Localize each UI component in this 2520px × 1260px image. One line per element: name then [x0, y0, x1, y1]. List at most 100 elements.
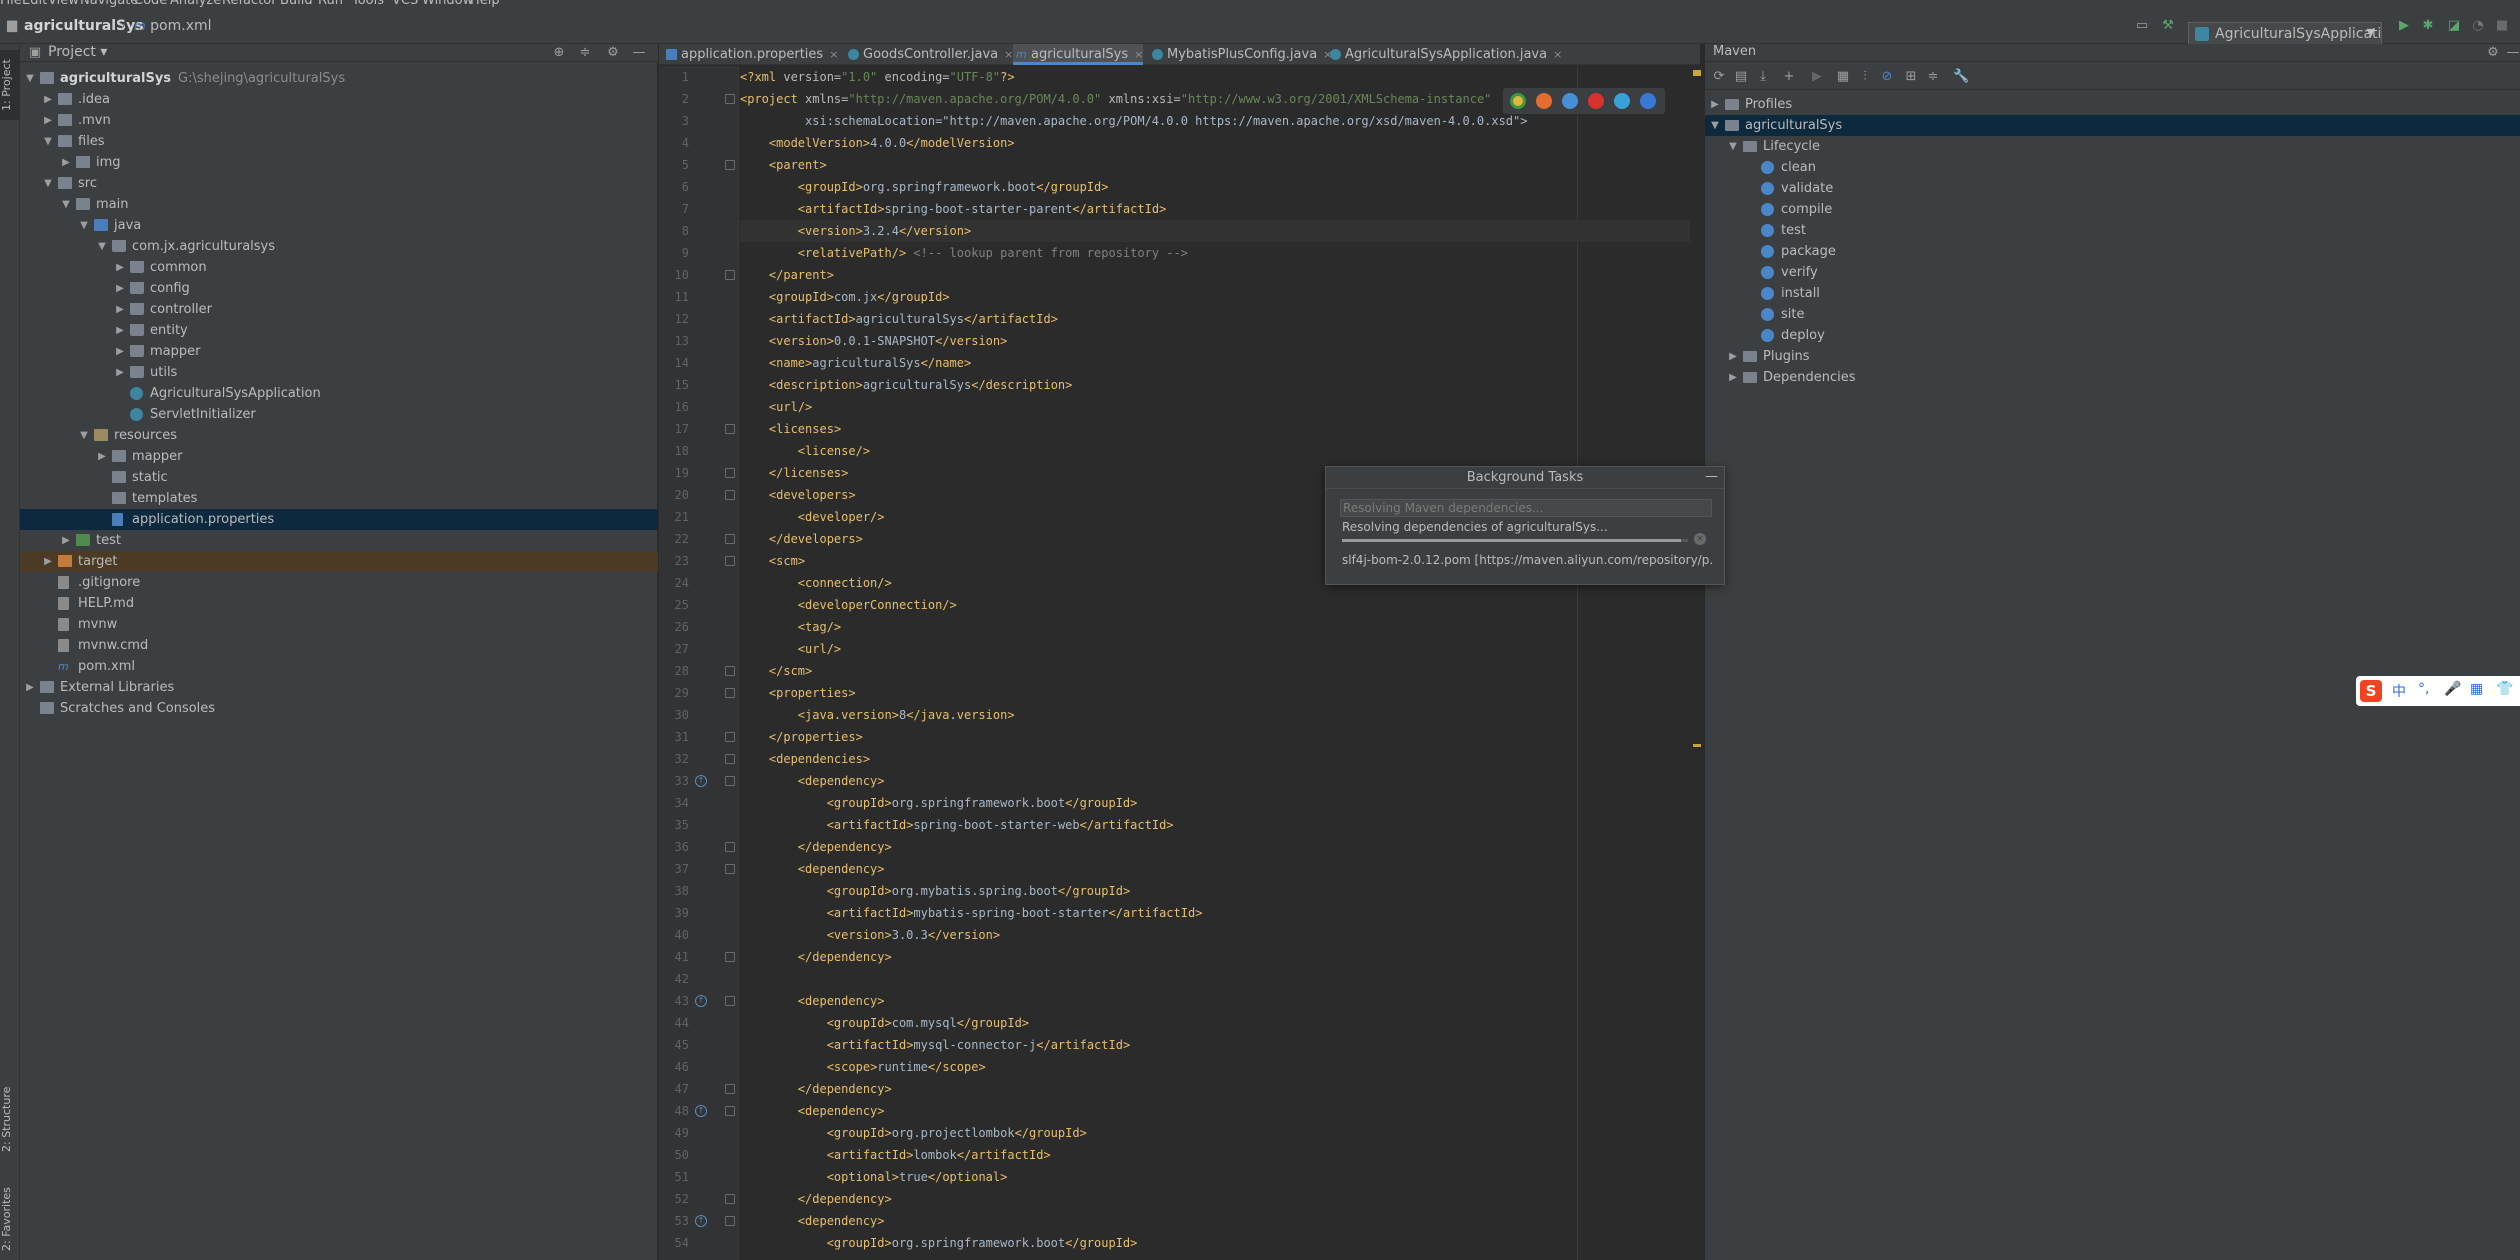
hide-icon[interactable]: — — [2505, 45, 2520, 61]
tool-tab-favorites[interactable]: 2: Favorites — [0, 1164, 20, 1260]
fold-marker-icon[interactable] — [725, 556, 735, 566]
fold-marker-icon[interactable] — [725, 732, 735, 742]
fold-marker-icon[interactable] — [725, 754, 735, 764]
stop-icon[interactable]: ■ — [2494, 18, 2510, 34]
tree-item[interactable]: ▼ com.jx.agriculturalsys — [20, 236, 658, 257]
chrome-icon[interactable] — [1510, 93, 1526, 109]
ime-button[interactable]: 中 — [2392, 681, 2406, 701]
ime-toolbar[interactable]: S 中 °, 🎤 ▦ 👕 — [2356, 676, 2520, 706]
hide-icon[interactable]: — — [630, 44, 648, 62]
tree-item[interactable]: ▶ entity — [20, 320, 658, 341]
chevron-right-icon[interactable]: ▶ — [114, 341, 126, 362]
chevron-down-icon[interactable]: ▼ — [78, 215, 90, 236]
tree-item[interactable]: ▶ controller — [20, 299, 658, 320]
editor-tab[interactable]: application.properties × — [663, 44, 838, 65]
fold-marker-icon[interactable] — [725, 490, 735, 500]
fold-marker-icon[interactable] — [725, 534, 735, 544]
ime-button[interactable]: 🎤 — [2444, 681, 2461, 697]
editor-tab[interactable]: MybatisPlusConfig.java × — [1149, 44, 1332, 65]
project-view-select[interactable]: Project ▾ — [48, 44, 107, 60]
editor-tab[interactable]: m agriculturalSys × — [1013, 44, 1144, 65]
menu-item-code[interactable]: Code — [134, 0, 167, 8]
menu-item-vcs[interactable]: VCS — [392, 0, 418, 8]
show-dependencies-icon[interactable]: ⊞ — [1903, 69, 1919, 85]
tree-item[interactable]: ▶ img — [20, 152, 658, 173]
tree-item[interactable]: ▼ files — [20, 131, 658, 152]
chevron-right-icon[interactable]: ▶ — [114, 320, 126, 341]
chevron-right-icon[interactable]: ▶ — [114, 278, 126, 299]
tool-tab-structure[interactable]: 2: Structure — [0, 1064, 20, 1174]
generate-sources-icon[interactable]: ▤ — [1733, 69, 1749, 85]
toggle-offline-icon[interactable]: ⫶ — [1857, 69, 1873, 85]
close-icon[interactable]: × — [1553, 48, 1562, 61]
maven-tree-item[interactable]: site — [1705, 304, 2520, 325]
fold-marker-icon[interactable] — [725, 842, 735, 852]
layout-icon[interactable]: ▭ — [2134, 18, 2150, 34]
chevron-right-icon[interactable]: ▶ — [42, 551, 54, 572]
code-editor[interactable]: <?xml version="1.0" encoding="UTF-8"?> <p… — [740, 66, 1700, 1260]
menu-item-tools[interactable]: Tools — [352, 0, 384, 8]
fold-marker-icon[interactable] — [725, 1194, 735, 1204]
ie-icon[interactable] — [1614, 93, 1630, 109]
add-icon[interactable]: + — [1781, 69, 1797, 85]
fold-marker-icon[interactable] — [725, 424, 735, 434]
close-icon[interactable]: × — [829, 48, 838, 61]
menu-item-edit[interactable]: Edit — [22, 0, 47, 8]
chevron-right-icon[interactable]: ▶ — [42, 89, 54, 110]
tree-item[interactable]: ▼ src — [20, 173, 658, 194]
maven-tree-item[interactable]: ▼ agriculturalSys — [1705, 115, 2520, 136]
tree-item[interactable]: static — [20, 467, 658, 488]
maven-tree-item[interactable]: verify — [1705, 262, 2520, 283]
editor-scrollbar[interactable] — [1690, 66, 1704, 1260]
safari-icon[interactable] — [1562, 93, 1578, 109]
tree-item[interactable]: ▶ External Libraries — [20, 677, 658, 698]
menu-item-run[interactable]: Run — [318, 0, 343, 8]
menu-item-navigate[interactable]: Navigate — [80, 0, 138, 8]
menu-item-build[interactable]: Build — [280, 0, 313, 8]
fold-marker-icon[interactable] — [725, 666, 735, 676]
tree-item[interactable]: mvnw — [20, 614, 658, 635]
fold-marker-icon[interactable] — [725, 1216, 735, 1226]
run-configuration-select[interactable]: AgriculturalSysApplication ▼ — [2188, 22, 2382, 46]
run-icon[interactable]: ▶ — [1809, 69, 1825, 85]
menu-item-help[interactable]: Help — [470, 0, 500, 8]
profiler-icon[interactable]: ◔ — [2470, 18, 2486, 34]
close-icon[interactable]: × — [1004, 48, 1013, 61]
editor-tab[interactable]: GoodsController.java × — [845, 44, 1013, 65]
chevron-down-icon[interactable]: ▼ — [1727, 136, 1739, 157]
breadcrumb-file[interactable]: m pom.xml — [134, 18, 212, 34]
maven-tree-item[interactable]: validate — [1705, 178, 2520, 199]
chevron-right-icon[interactable]: ▶ — [42, 110, 54, 131]
maven-tree-item[interactable]: ▶ Plugins — [1705, 346, 2520, 367]
menu-item-refactor[interactable]: Refactor — [222, 0, 277, 8]
tree-item[interactable]: application.properties — [20, 509, 658, 530]
chevron-right-icon[interactable]: ▶ — [60, 152, 72, 173]
maven-tree-item[interactable]: ▶ Profiles — [1705, 94, 2520, 115]
collapse-all-icon[interactable]: ≑ — [576, 44, 594, 62]
fold-marker-icon[interactable] — [725, 1084, 735, 1094]
menu-item-window[interactable]: Window — [422, 0, 473, 8]
tree-item[interactable]: ▼ java — [20, 215, 658, 236]
tree-item[interactable]: ▼ main — [20, 194, 658, 215]
tree-item[interactable]: ▶ utils — [20, 362, 658, 383]
fold-marker-icon[interactable] — [725, 94, 735, 104]
gear-icon[interactable]: ⚙ — [604, 44, 622, 62]
ime-button[interactable]: 👕 — [2496, 681, 2513, 697]
tool-tab-project[interactable]: 1: Project — [0, 50, 20, 120]
chevron-right-icon[interactable]: ▶ — [1727, 367, 1739, 388]
fold-marker-icon[interactable] — [725, 776, 735, 786]
maven-tree-item[interactable]: clean — [1705, 157, 2520, 178]
chevron-right-icon[interactable]: ▶ — [1727, 346, 1739, 367]
chevron-right-icon[interactable]: ▶ — [24, 677, 36, 698]
chevron-right-icon[interactable]: ▶ — [1709, 94, 1721, 115]
maven-tree-item[interactable]: ▼ Lifecycle — [1705, 136, 2520, 157]
breadcrumb-project[interactable]: agriculturalSys — [24, 18, 144, 34]
download-icon[interactable]: ⤓ — [1755, 69, 1771, 85]
maven-tree-item[interactable]: compile — [1705, 199, 2520, 220]
maven-tree-item[interactable]: package — [1705, 241, 2520, 262]
fold-marker-icon[interactable] — [725, 270, 735, 280]
fold-marker-icon[interactable] — [725, 468, 735, 478]
tree-item[interactable]: m pom.xml — [20, 656, 658, 677]
tree-item[interactable]: Scratches and Consoles — [20, 698, 658, 719]
collapse-all-icon[interactable]: ≑ — [1925, 69, 1941, 85]
